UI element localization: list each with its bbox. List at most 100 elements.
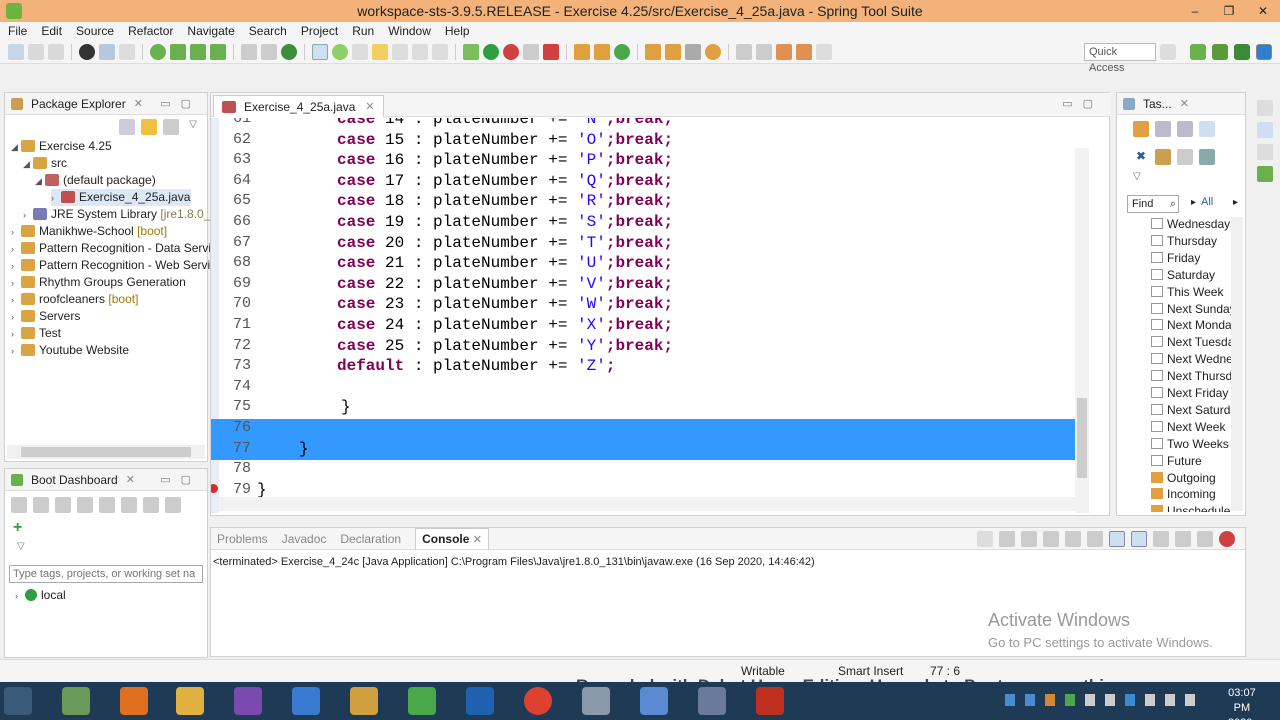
code-line[interactable]: 75} <box>211 398 1081 419</box>
excel-taskbar-icon[interactable] <box>408 687 436 715</box>
collapsed-arrow-icon[interactable]: › <box>11 326 21 343</box>
vlc-taskbar-icon[interactable] <box>120 687 148 715</box>
menu-navigate[interactable]: Navigate <box>187 24 234 38</box>
tree-item-project[interactable]: ◢ Exercise 4.25 <box>11 138 112 155</box>
save-icon[interactable] <box>28 43 44 60</box>
minimize-maximize-icons[interactable]: ▭▢ <box>160 97 201 110</box>
task-item[interactable]: Two Weeks <box>1151 436 1229 453</box>
tree-item-rhythm[interactable]: › Rhythm Groups Generation <box>11 274 186 291</box>
horizontal-scrollbar[interactable] <box>7 445 205 459</box>
spring-icon[interactable] <box>1257 166 1273 182</box>
link-editor-icon[interactable] <box>141 119 157 135</box>
task-item[interactable]: Future <box>1151 453 1202 470</box>
pen-icon[interactable] <box>685 43 701 60</box>
debug-icon[interactable] <box>79 43 95 60</box>
console-output[interactable]: <terminated> Exercise_4_24c [Java Applic… <box>211 550 1245 574</box>
synchronize-icon[interactable] <box>1155 121 1171 137</box>
collapsed-arrow-icon[interactable]: › <box>11 309 21 326</box>
task-item[interactable]: Next Tuesda <box>1151 334 1234 351</box>
code-line[interactable]: 64 case 17 : plateNumber += 'Q';break; <box>211 172 1081 193</box>
code-area[interactable]: 61 case 14 : plateNumber += 'N';break; 62 c… <box>211 118 1091 513</box>
group-icon[interactable] <box>1177 149 1193 165</box>
code-line[interactable]: 62 case 15 : plateNumber += 'O';break; <box>211 131 1081 152</box>
restore-icon[interactable] <box>1257 144 1273 160</box>
boot-dashboard-title[interactable]: Boot Dashboard <box>31 473 118 487</box>
tray-icon[interactable] <box>1065 694 1075 706</box>
back-icon[interactable] <box>776 43 792 60</box>
tree-item-servers[interactable]: › Servers <box>11 308 80 325</box>
package-explorer-title[interactable]: Package Explorer <box>31 97 126 111</box>
console-icon[interactable] <box>99 43 115 60</box>
categorize-icon[interactable] <box>1177 121 1193 137</box>
minimize-button[interactable]: – <box>1178 0 1212 22</box>
close-button[interactable]: ✕ <box>1246 0 1280 22</box>
view-menu-icon[interactable] <box>163 119 179 135</box>
open-task-icon[interactable] <box>261 43 277 60</box>
code-line[interactable]: 63 case 16 : plateNumber += 'P';break; <box>211 151 1081 172</box>
spring-perspective-icon[interactable] <box>1190 44 1206 60</box>
format-icon[interactable] <box>412 43 428 60</box>
collapsed-arrow-icon[interactable]: › <box>11 224 21 241</box>
battery-icon[interactable] <box>1185 694 1195 706</box>
next-icon[interactable]: ▸ <box>1233 197 1238 208</box>
tab-console[interactable]: Console ✕ <box>415 528 489 549</box>
task-item[interactable]: This Week <box>1151 284 1223 301</box>
code-line[interactable]: 69 case 22 : plateNumber += 'V';break; <box>211 275 1081 296</box>
save-all-icon[interactable] <box>48 43 64 60</box>
collapsed-arrow-icon[interactable]: › <box>11 292 21 309</box>
skip-breakpoints-icon[interactable] <box>119 43 135 60</box>
expanded-arrow-icon[interactable]: ◢ <box>23 156 33 173</box>
pilcrow-icon[interactable] <box>432 43 448 60</box>
tab-declaration[interactable]: Declaration <box>340 532 401 546</box>
code-line[interactable]: 61 case 14 : plateNumber += 'N';break; <box>211 118 1081 131</box>
code-line[interactable]: 65 case 18 : plateNumber += 'R';break; <box>211 192 1081 213</box>
open-perspective-icon[interactable] <box>1160 44 1176 60</box>
new-task-icon[interactable] <box>1133 121 1149 137</box>
highlight-icon[interactable] <box>372 43 388 60</box>
vertical-scrollbar[interactable] <box>1075 148 1089 513</box>
console-icon[interactable] <box>99 497 115 513</box>
new-package-icon[interactable] <box>594 43 610 60</box>
code-line[interactable]: 66 case 19 : plateNumber += 'S';break; <box>211 213 1081 234</box>
tree-item-default-package[interactable]: ◢ (default package) <box>35 172 156 189</box>
visual-studio-taskbar-icon[interactable] <box>234 687 262 715</box>
show-stderr-icon[interactable] <box>1131 530 1147 547</box>
code-line[interactable]: 77} <box>211 439 1081 461</box>
schedule-icon[interactable] <box>1199 149 1215 165</box>
previous-edit-icon[interactable] <box>756 43 772 60</box>
tree-item-jre[interactable]: › JRE System Library [jre1.8.0_13 <box>23 206 224 223</box>
task-item[interactable]: Unschedule <box>1151 503 1230 512</box>
boot-restart-icon[interactable] <box>170 43 186 60</box>
boot-start-icon[interactable] <box>150 43 166 60</box>
network-taskbar-icon[interactable] <box>582 687 610 715</box>
task-item[interactable]: Next Sunday <box>1151 301 1236 318</box>
code-line[interactable]: 70 case 23 : plateNumber += 'W';break; <box>211 295 1081 316</box>
menu-refactor[interactable]: Refactor <box>128 24 173 38</box>
add-icon[interactable]: + <box>13 519 22 537</box>
close-icon[interactable]: ✕ <box>126 473 135 486</box>
collapse-icon[interactable]: ✖ <box>1133 149 1149 165</box>
tray-icon[interactable] <box>1025 694 1035 706</box>
new-java-project-icon[interactable] <box>574 43 590 60</box>
tab-javadoc[interactable]: Javadoc <box>282 532 327 546</box>
next-annotation-icon[interactable] <box>392 43 408 60</box>
intellij-taskbar-icon[interactable] <box>756 687 784 715</box>
tray-icon[interactable] <box>1005 694 1015 706</box>
open-type-icon[interactable] <box>241 43 257 60</box>
volume-icon[interactable] <box>1165 694 1175 706</box>
task-item[interactable]: Wednesday <box>1151 216 1230 233</box>
code-line[interactable]: 67 case 20 : plateNumber += 'T';break; <box>211 234 1081 255</box>
error-marker-icon[interactable] <box>211 483 218 493</box>
chevron-down-icon[interactable]: ▽ <box>185 119 201 135</box>
menu-project[interactable]: Project <box>301 24 338 38</box>
task-list-title[interactable]: Tas... <box>1143 97 1172 111</box>
app-taskbar-icon[interactable] <box>350 687 378 715</box>
recorder-taskbar-icon[interactable] <box>698 687 726 715</box>
tree-item-pattern-data[interactable]: › Pattern Recognition - Data Servic <box>11 240 217 257</box>
task-item[interactable]: Saturday <box>1151 267 1215 284</box>
code-line[interactable]: 72 case 25 : plateNumber += 'Y';break; <box>211 337 1081 358</box>
stop-icon[interactable] <box>55 497 71 513</box>
spring-dashboard-icon[interactable] <box>281 43 297 60</box>
forward-disabled-icon[interactable] <box>816 43 832 60</box>
task-item[interactable]: Next Saturd <box>1151 402 1230 419</box>
